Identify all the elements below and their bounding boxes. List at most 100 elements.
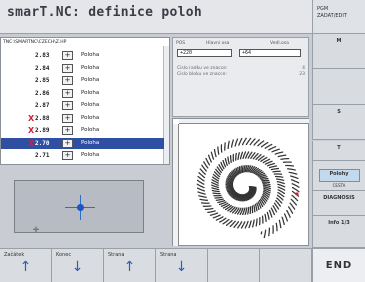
plot-point [226, 189, 228, 191]
plot-point [232, 139, 234, 141]
arrow-icon: ↓ [71, 259, 84, 275]
plot-point [207, 211, 209, 213]
plot-point [268, 179, 270, 182]
expand-icon[interactable]: + [62, 101, 73, 110]
tree-row[interactable]: 2.87 + Poloha [1, 100, 164, 111]
tree-row[interactable]: 2.86 + Poloha [1, 88, 164, 99]
plot-point [225, 182, 227, 184]
plot-point [198, 172, 200, 174]
tree-row[interactable]: 2.84 + Poloha [1, 63, 164, 74]
tree-row-number: 2.71 [35, 152, 50, 159]
plot-point [271, 216, 273, 218]
right-softkey[interactable] [312, 69, 365, 105]
bottom-softkey[interactable]: Strana ↑ [104, 248, 156, 282]
plot-point [211, 179, 213, 181]
tree-row[interactable]: X 2.70 + Poloha [1, 137, 164, 149]
right-softkey[interactable]: Info 1/3 [312, 216, 365, 248]
tree-row[interactable]: 2.85 + Poloha [1, 75, 164, 86]
plot-point [209, 214, 212, 216]
plot-point [258, 208, 260, 210]
tree-row[interactable]: X 2.89 + Poloha [1, 125, 164, 136]
plot-point [296, 199, 299, 202]
plot-point [273, 213, 275, 216]
right-softkey[interactable]: Polohy CESTA [312, 161, 365, 191]
tree-row[interactable]: X 2.88 + Poloha [1, 113, 164, 124]
plot-point [228, 193, 230, 195]
plot-point [215, 199, 217, 201]
expand-icon[interactable]: + [62, 126, 73, 135]
plot-point [219, 221, 221, 223]
tree-row-label: Poloha [81, 77, 100, 83]
plot-point [255, 225, 257, 227]
main-axis-input[interactable]: +220 [177, 49, 232, 57]
plot-point [235, 152, 237, 155]
plot-point [271, 160, 273, 162]
tree-row-label: Poloha [81, 139, 100, 146]
plot-point [232, 212, 234, 214]
plot-point [268, 194, 270, 196]
right-softkey[interactable]: M [312, 34, 365, 69]
plot-point [213, 171, 216, 173]
form-row-line-number: Cislo radku ve znacce: 4 [177, 66, 305, 71]
plot-point [242, 165, 244, 167]
plot-point [227, 176, 229, 178]
plot-point [259, 169, 261, 171]
plot-point [227, 191, 229, 193]
plot-point [197, 187, 199, 189]
plot-point [211, 181, 213, 184]
expand-icon[interactable]: + [62, 151, 73, 160]
plot-point [269, 185, 271, 188]
plot-point [217, 146, 219, 148]
plot-point [226, 177, 228, 179]
plot-point [283, 223, 285, 225]
bottom-softkey[interactable] [208, 248, 260, 282]
expand-icon[interactable]: + [62, 76, 73, 85]
plot-point [229, 225, 231, 227]
plot-point [244, 151, 247, 153]
position-graphic[interactable] [172, 118, 309, 246]
plot-point [260, 154, 262, 156]
tree-row[interactable]: 2.71 + Poloha [1, 150, 164, 161]
position-form: POS Hlavni osa Vedl.osa +220 +64 Cislo r… [172, 37, 309, 117]
plot-point [283, 192, 285, 194]
plot-point [283, 182, 285, 185]
plot-point [219, 203, 221, 206]
plot-point [265, 202, 267, 204]
expand-icon[interactable]: + [62, 88, 73, 98]
bottom-softkey[interactable] [260, 248, 312, 282]
tree-row[interactable]: 2.83 + Poloha [1, 50, 164, 61]
plot-point [205, 157, 207, 160]
plot-point [280, 227, 282, 229]
plot-point [284, 189, 286, 191]
right-softkey[interactable]: S [312, 105, 365, 140]
end-button[interactable]: END [312, 248, 365, 282]
spiral-point-pattern [196, 137, 300, 239]
right-softkey[interactable]: DIAGNOSIS [312, 191, 365, 216]
plot-point [265, 174, 267, 176]
plot-point [220, 161, 222, 164]
expand-icon[interactable]: + [62, 138, 73, 148]
plot-point [275, 146, 277, 148]
expand-icon[interactable]: + [62, 113, 73, 123]
right-softkey[interactable]: T [312, 141, 365, 161]
plot-point [298, 182, 300, 184]
softkey-label: Začátek [4, 252, 25, 258]
plot-point [236, 138, 239, 140]
plot-point [268, 181, 270, 183]
plot-point [197, 179, 199, 181]
tree-row-number: 2.83 [35, 52, 50, 59]
expand-icon[interactable]: + [62, 63, 73, 73]
tree-row-label: Poloha [81, 102, 100, 108]
form-col-minor-axis: Vedl.osa [270, 41, 289, 46]
plot-point [241, 138, 243, 140]
plot-point [267, 198, 269, 200]
plot-point [248, 226, 250, 229]
operating-mode-box: PGM ZADAT/EDIT [312, 0, 365, 34]
bottom-softkey[interactable]: Konec ↓ [52, 248, 104, 282]
bottom-softkey[interactable]: Začátek ↑ [0, 248, 52, 282]
bottom-softkey[interactable]: Strana ↓ [156, 248, 208, 282]
minor-axis-input[interactable]: +64 [239, 49, 301, 57]
plot-point [229, 173, 231, 175]
expand-icon[interactable]: + [62, 51, 73, 60]
plot-point [282, 151, 284, 153]
